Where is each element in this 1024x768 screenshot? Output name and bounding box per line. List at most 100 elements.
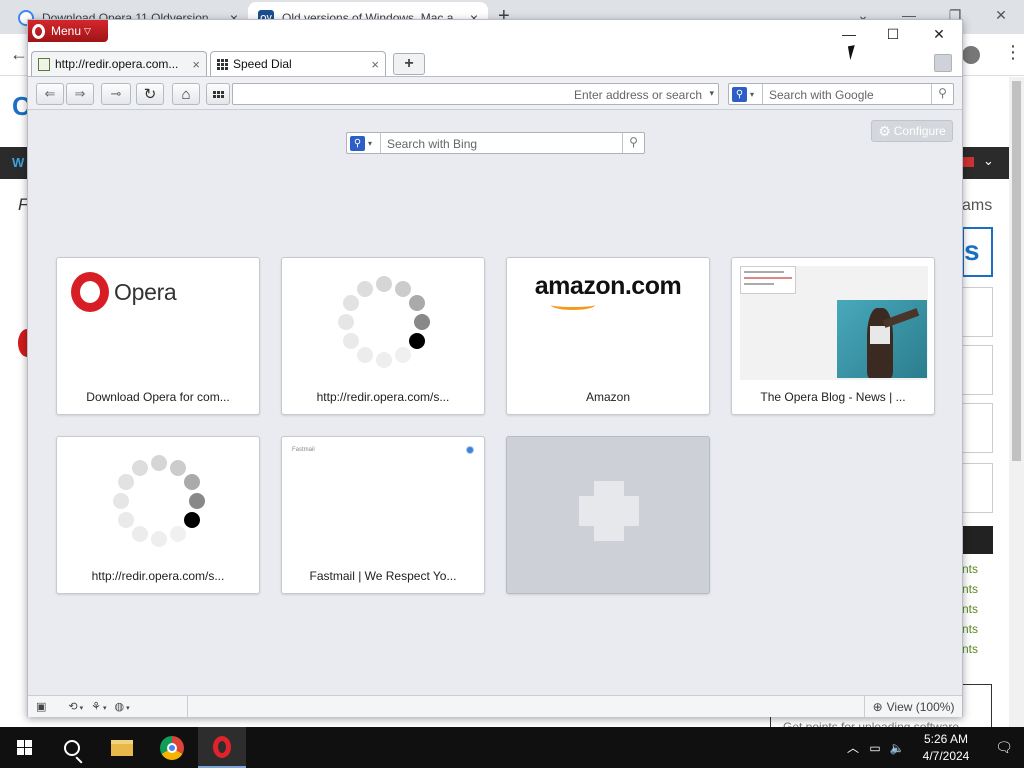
opera-title-bar: Menu ▽ — ☐ ✕ http://redir.opera.com... ×…: [28, 20, 962, 76]
taskbar-file-explorer[interactable]: [98, 727, 146, 768]
speed-dial-tile-amazon[interactable]: amazon.com Amazon: [506, 257, 710, 415]
add-speed-dial-button[interactable]: [506, 436, 710, 594]
close-icon[interactable]: ×: [192, 57, 200, 72]
chevron-down-icon[interactable]: ⌄: [983, 153, 994, 169]
notification-icon[interactable]: 🗨: [984, 739, 1024, 756]
windows-start-button[interactable]: [0, 727, 48, 768]
spinner-dot: [395, 281, 411, 298]
speed-dial-grid-icon: [217, 58, 228, 70]
network-icon[interactable]: ▭: [866, 741, 884, 755]
close-icon[interactable]: ×: [371, 57, 379, 72]
link[interactable]: nts: [962, 639, 978, 659]
speed-dial-grid-icon: [212, 90, 224, 98]
search-placeholder: Search with Bing: [387, 137, 478, 151]
speed-dial-tile-loading[interactable]: http://redir.opera.com/s...: [281, 257, 485, 415]
tile-caption: Download Opera for com...: [86, 390, 230, 404]
opera-menu-button[interactable]: Menu ▽: [28, 20, 108, 42]
forward-button[interactable]: ⇒: [66, 83, 94, 105]
spinner-dot: [183, 474, 200, 490]
sync-icon[interactable]: ⟲ ▾: [68, 700, 83, 713]
profile-avatar-icon[interactable]: [962, 46, 980, 64]
speed-dial-tile-loading[interactable]: http://redir.opera.com/s...: [56, 436, 260, 594]
spinner-dot: [118, 474, 135, 490]
trash-icon[interactable]: [934, 54, 952, 72]
configure-button[interactable]: ⚙ Configure: [871, 120, 953, 142]
maximize-button[interactable]: ☐: [878, 26, 908, 46]
link[interactable]: nts: [962, 599, 978, 619]
search-engine-selector[interactable]: ⚲ ▾: [729, 84, 763, 104]
panel-toggle-icon[interactable]: ▣: [36, 700, 46, 713]
search-icon: [64, 739, 80, 756]
gear-icon: ⚙: [878, 122, 891, 139]
spinner-dot: [395, 346, 411, 363]
opera-toolbar: ⇐ ⇒ ⊸ ↻ ⌂ Enter address or search ▾ ⚲ ▾ …: [28, 76, 962, 110]
logo-word: Opera: [114, 278, 177, 305]
tab-speed-dial[interactable]: Speed Dial ×: [210, 51, 386, 76]
volume-muted-icon[interactable]: 🔈: [888, 741, 906, 755]
tab-redir-opera[interactable]: http://redir.opera.com... ×: [31, 51, 207, 76]
tile-caption: http://redir.opera.com/s...: [91, 569, 225, 583]
speed-dial-tile-opera[interactable]: Opera Download Opera for com...: [56, 257, 260, 415]
sidebar-box: [962, 403, 993, 453]
flag-icon[interactable]: [962, 157, 974, 167]
minimize-button[interactable]: —: [834, 26, 864, 46]
close-icon[interactable]: ✕: [978, 0, 1024, 32]
close-button[interactable]: ✕: [924, 26, 954, 46]
search-icon[interactable]: ⚲: [931, 84, 953, 104]
taskbar-clock[interactable]: 5:26 AM 4/7/2024: [908, 731, 984, 765]
spinner-dot: [183, 512, 200, 528]
turbo-icon[interactable]: ◍ ▾: [115, 700, 130, 713]
chevron-down-icon: ▾: [368, 138, 373, 148]
link[interactable]: nts: [962, 619, 978, 639]
chevron-up-icon[interactable]: ︿: [844, 739, 862, 756]
box-text: s: [964, 235, 980, 266]
speed-dial-tile-fastmail[interactable]: Fastmail Fastmail | We Respect Yo...: [281, 436, 485, 594]
bing-search-field[interactable]: ⚲ ▾ Search with Bing ⚲: [346, 132, 645, 154]
tile-caption: The Opera Blog - News | ...: [760, 390, 906, 404]
amazon-smile-icon: [551, 300, 595, 310]
opera-logo: Opera: [71, 272, 177, 312]
back-arrow-icon[interactable]: ←: [10, 44, 28, 65]
zoom-icon: ⊕: [872, 699, 883, 714]
search-engine-selector[interactable]: ⚲ ▾: [347, 133, 381, 153]
plus-icon: [579, 496, 639, 526]
opera-status-bar: ▣ ⟲ ▾ ⚘ ▾ ◍ ▾ ⊕ View (100%): [28, 695, 962, 717]
spinner-dot: [408, 295, 425, 311]
taskbar-search-button[interactable]: [48, 727, 96, 768]
google-search-field[interactable]: ⚲ ▾ Search with Google ⚲: [728, 83, 954, 105]
new-tab-button[interactable]: +: [393, 53, 425, 75]
page-scrollbar[interactable]: [1009, 77, 1024, 727]
speed-dial-button[interactable]: [206, 83, 230, 105]
chevron-down-icon[interactable]: ▾: [709, 88, 714, 99]
taskbar-opera[interactable]: [198, 727, 246, 768]
spinner-dot: [118, 512, 135, 528]
search-placeholder: Search with Google: [769, 88, 874, 102]
chrome-icon: [160, 735, 184, 760]
speed-dial-tile-opera-blog[interactable]: The Opera Blog - News | ...: [731, 257, 935, 415]
back-button[interactable]: ⇐: [36, 83, 64, 105]
reload-button[interactable]: ↻: [136, 83, 164, 105]
taskbar-chrome[interactable]: [148, 727, 196, 768]
page-icon: [38, 57, 50, 71]
search-icon[interactable]: ⚲: [622, 133, 644, 153]
zoom-view-button[interactable]: ⊕ View (100%): [864, 696, 962, 717]
key-icon[interactable]: ⊸: [101, 83, 131, 105]
thumbnail-text: Fastmail: [292, 447, 315, 453]
search-engine-icon: ⚲: [350, 135, 365, 151]
sidebar-box: [962, 287, 993, 337]
opera-icon: [213, 735, 231, 758]
home-button[interactable]: ⌂: [172, 83, 200, 105]
spinner-dot: [376, 276, 392, 292]
unite-icon[interactable]: ⚘ ▾: [91, 700, 106, 713]
windows-taskbar: ︿ ▭ 🔈 5:26 AM 4/7/2024 🗨: [0, 727, 1024, 768]
spinner-dot: [343, 295, 360, 311]
link[interactable]: nts: [962, 559, 978, 579]
spinner-dot: [414, 314, 430, 330]
address-bar[interactable]: Enter address or search ▾: [232, 83, 719, 105]
status-dot-icon: [466, 446, 474, 454]
address-placeholder: Enter address or search: [573, 88, 702, 102]
scrollbar-thumb[interactable]: [1012, 81, 1021, 461]
status-bar-panel: ▣ ⟲ ▾ ⚘ ▾ ◍ ▾: [28, 696, 188, 717]
kebab-menu-icon[interactable]: ⋮: [1004, 42, 1022, 63]
link[interactable]: nts: [962, 579, 978, 599]
